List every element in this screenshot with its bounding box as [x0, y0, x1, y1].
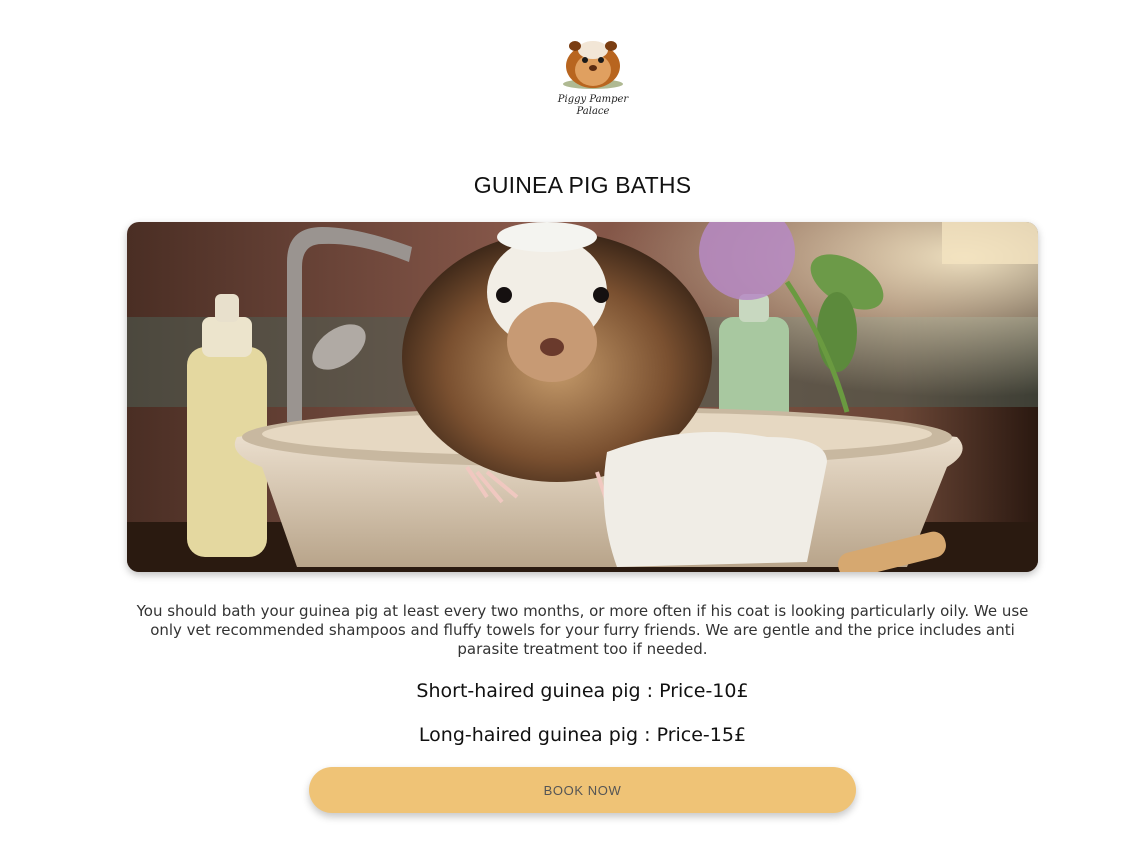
logo-text-line1: Piggy Pamper — [557, 94, 629, 105]
hero-image — [127, 222, 1038, 572]
guinea-pig-in-bathtub-photo-icon — [127, 222, 1038, 572]
guinea-pig-logo-icon — [563, 41, 623, 89]
price-short-haired: Short-haired guinea pig : Price-10£ — [416, 680, 749, 702]
book-now-button[interactable]: BOOK NOW — [309, 767, 856, 813]
logo-text-line2: Palace — [576, 106, 610, 117]
service-description: You should bath your guinea pig at least… — [136, 602, 1029, 658]
page: Piggy Pamper Palace GUINEA PIG BATHS You… — [0, 0, 1145, 863]
price-long-haired: Long-haired guinea pig : Price-15£ — [418, 724, 747, 746]
page-title: GUINEA PIG BATHS — [473, 172, 692, 198]
site-logo[interactable]: Piggy Pamper Palace — [551, 30, 635, 124]
